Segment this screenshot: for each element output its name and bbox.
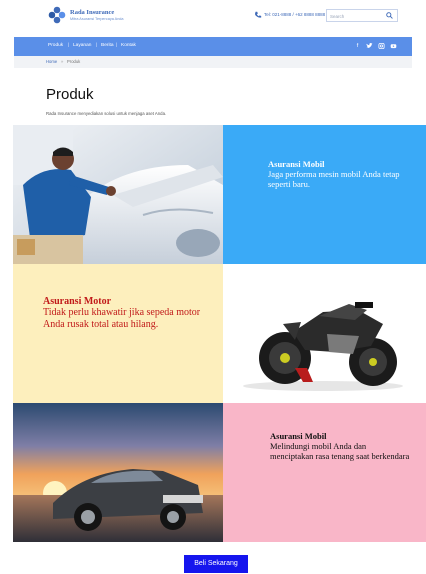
nav-divider: |	[116, 43, 118, 48]
nav-item-berita[interactable]: Berita	[101, 43, 114, 48]
motorcycle-image	[223, 264, 426, 403]
product-title: Asuransi Mobil	[268, 159, 325, 169]
search-box	[326, 9, 398, 22]
facebook-icon[interactable]: f	[354, 42, 361, 50]
youtube-icon[interactable]	[390, 42, 397, 50]
page-title: Produk	[46, 86, 94, 103]
main-nav: Produk | Layanan | Berita | Kontak f	[14, 37, 412, 56]
breadcrumb-home[interactable]: Home	[46, 59, 57, 64]
page-description: Rada Insurance menyediakan solusi untuk …	[46, 111, 167, 116]
nav-divider: |	[68, 43, 70, 48]
site-header: Rada Insurance Mitra Asuransi Terpercaya…	[0, 0, 426, 32]
product-card-motor[interactable]: Asuransi Motor Tidak perlu khawatir jika…	[13, 264, 223, 403]
breadcrumb-current: Produk	[67, 59, 81, 64]
instagram-icon[interactable]	[378, 42, 385, 50]
nav-item-layanan[interactable]: Layanan	[73, 43, 91, 48]
brand-tagline: Mitra Asuransi Terpercaya Anda	[70, 17, 124, 21]
classic-car-image	[13, 403, 223, 542]
phone-icon	[255, 11, 262, 18]
phone-number[interactable]: Tel: 021-8888 / +62 8888 8888	[264, 12, 325, 17]
product-card-mobil[interactable]: Asuransi Mobil Jaga performa mesin mobil…	[223, 125, 426, 264]
car-sunset-photo	[13, 403, 223, 542]
product-title: Asuransi Motor	[43, 296, 112, 307]
motorcycle-photo	[223, 264, 426, 403]
search-input[interactable]	[330, 12, 385, 20]
product-caption: Asuransi Motor Tidak perlu khawatir jika…	[43, 296, 221, 331]
car-service-image	[13, 125, 223, 264]
product-title: Asuransi Mobil	[270, 431, 327, 441]
product-caption: Asuransi Mobil Jaga performa mesin mobil…	[268, 159, 418, 189]
buy-now-button[interactable]: Beli Sekarang	[184, 555, 248, 573]
brand-name: Rada Insurance	[70, 9, 115, 16]
nav-item-kontak[interactable]: Kontak	[121, 43, 136, 48]
product-caption: Asuransi Mobil Melindungi mobil Anda dan…	[270, 431, 410, 461]
search-icon[interactable]	[386, 12, 393, 19]
breadcrumb: Home » Produk	[14, 56, 412, 68]
product-text: Jaga performa mesin mobil Anda tetap sep…	[268, 169, 400, 189]
product-card-mobil-2[interactable]: Asuransi Mobil Melindungi mobil Anda dan…	[223, 403, 426, 542]
twitter-icon[interactable]	[366, 42, 373, 50]
product-text: Melindungi mobil Anda dan menciptakan ra…	[270, 441, 410, 461]
brand-logo[interactable]	[47, 5, 67, 25]
product-text: Tidak perlu khawatir jika sepeda motor A…	[43, 307, 201, 330]
nav-item-produk[interactable]: Produk	[48, 43, 63, 48]
breadcrumb-separator: »	[61, 59, 64, 64]
nav-divider: |	[96, 43, 98, 48]
mechanic-photo	[13, 125, 223, 264]
